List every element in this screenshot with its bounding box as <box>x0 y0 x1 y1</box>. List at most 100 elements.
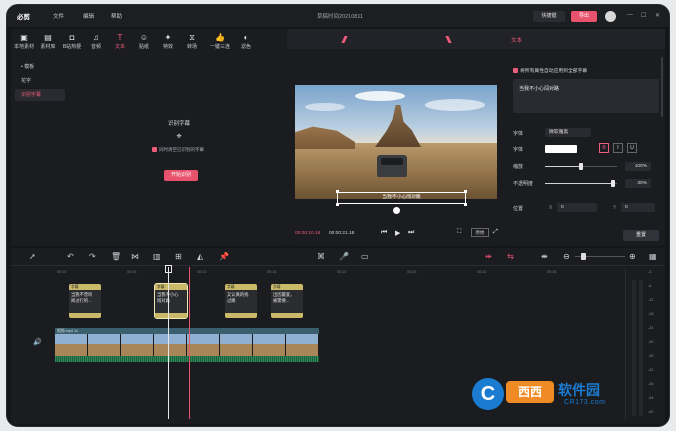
resize-handle[interactable] <box>336 203 339 206</box>
tool-bilibili[interactable]: ◘ B站热梗 <box>61 33 83 50</box>
tool-triple-like[interactable]: 👍 一键三连 <box>205 33 235 50</box>
subtitle-clip-selected[interactable]: 字幕 当我不小心 闯对路 <box>154 283 188 319</box>
bold-button[interactable]: B <box>599 143 609 153</box>
window-title: 草稿时间20210811 <box>317 14 364 20</box>
level-label: -18 <box>648 312 654 316</box>
properties-panel: 文本 将所有属性自动应用到全部字幕 当我不小心闯对路 字体 微软雅黑 字体 B … <box>505 29 665 246</box>
font-select[interactable]: 微软雅黑 <box>545 128 591 137</box>
start-recognize-button[interactable]: 开始识别 <box>164 170 198 181</box>
minimize-icon[interactable]: — <box>627 12 633 18</box>
zoom-in-icon[interactable]: ⊕ <box>629 252 636 261</box>
avatar[interactable] <box>605 11 616 22</box>
menu-file[interactable]: 文件 <box>53 12 64 20</box>
font-label: 字体 <box>513 131 524 137</box>
auto-sync-icon[interactable]: ⌘ <box>317 252 325 261</box>
undo-icon[interactable]: ↶ <box>67 252 74 261</box>
clip-text: 又认真的找 过路 <box>227 292 249 303</box>
close-icon[interactable]: ✕ <box>655 12 660 19</box>
video-track[interactable]: 视频.mp4 1x <box>55 328 319 362</box>
clear-subtitles-checkbox[interactable]: 同时清空已识别的字幕 <box>152 147 204 153</box>
subtitle-text-input[interactable]: 当我不小心闯对路 <box>513 79 659 113</box>
tool-library[interactable]: ▤ 素材库 <box>37 33 59 50</box>
zoom-slider-knob[interactable] <box>581 253 586 260</box>
tool-effect[interactable]: ✦ 特效 <box>157 33 179 50</box>
fit-icon[interactable]: ⇼ <box>541 252 548 261</box>
reset-button[interactable]: 重置 <box>623 230 659 241</box>
original-ratio-button[interactable]: 原始 <box>471 228 489 237</box>
menu-help[interactable]: 帮助 <box>111 12 122 20</box>
italic-button[interactable]: I <box>613 143 623 153</box>
snap-icon[interactable]: ⇹ <box>485 252 492 261</box>
level-label: -42 <box>648 368 654 372</box>
resize-handle[interactable] <box>464 190 467 193</box>
opacity-slider-knob[interactable] <box>611 180 616 187</box>
rotate-handle-icon[interactable] <box>393 207 400 214</box>
next-frame-icon[interactable]: ⏭ <box>408 229 414 237</box>
scale-slider[interactable] <box>545 163 617 170</box>
freeze-frame-icon[interactable]: ▥ <box>153 252 161 261</box>
fullscreen-icon[interactable]: ⤢ <box>493 229 498 236</box>
playhead[interactable] <box>168 267 169 419</box>
scale-value-input[interactable]: 100% <box>625 162 651 171</box>
scale-slider-knob[interactable] <box>579 163 583 170</box>
resize-handle[interactable] <box>336 190 339 193</box>
mirror-icon[interactable]: ◭ <box>197 252 203 261</box>
video-thumbnail <box>121 334 154 356</box>
menu-edit[interactable]: 编辑 <box>83 12 94 20</box>
zoom-out-icon[interactable]: ⊖ <box>563 252 570 261</box>
in-point-marker[interactable] <box>189 267 190 419</box>
pos-y-input[interactable]: 0 <box>621 203 655 212</box>
opacity-slider[interactable] <box>545 180 617 187</box>
crop-icon[interactable]: ⛶ <box>457 229 461 236</box>
clip-footer <box>155 313 187 318</box>
scale-label: 缩放 <box>513 164 524 170</box>
link-icon[interactable]: ⇆ <box>507 252 514 261</box>
marker-icon <box>445 36 452 43</box>
previous-frame-icon[interactable]: ⏮ <box>381 229 387 237</box>
grid-icon[interactable]: ▦ <box>649 252 657 261</box>
transition-icon: ⧖ <box>189 33 195 42</box>
record-icon[interactable]: ▭ <box>361 252 369 261</box>
tool-filter[interactable]: ◐ 滤色 <box>235 33 257 50</box>
timeline-ruler[interactable]: 00:00 00:05 00:10 00:15 00:20 00:25 00:3… <box>55 267 625 275</box>
subtitle-clip[interactable]: 字幕 出因最爱， 被需要... <box>271 284 303 318</box>
audio-waveform <box>55 356 319 362</box>
tool-sticker[interactable]: ☺ 贴纸 <box>133 33 155 50</box>
marker-pin-icon[interactable]: 📌 <box>219 252 229 261</box>
tool-transition[interactable]: ⧖ 转场 <box>181 33 203 50</box>
volume-icon[interactable]: 🔊 <box>33 338 42 346</box>
play-icon[interactable]: ▶ <box>395 229 400 237</box>
scrollbar[interactable] <box>661 57 663 117</box>
maximize-icon[interactable]: ☐ <box>641 12 646 19</box>
microphone-icon[interactable]: 🎤 <box>339 252 349 261</box>
tool-text[interactable]: T 文本 <box>109 33 131 50</box>
tool-audio[interactable]: ♫ 音频 <box>85 33 107 50</box>
ruler-tick: 00:10 <box>197 270 207 274</box>
export-button[interactable]: 导出 <box>571 11 597 22</box>
delete-icon[interactable]: 🗑 <box>111 252 121 261</box>
clip-footer <box>225 313 257 318</box>
subtitle-overlay[interactable]: 当我不小心闯对路 <box>337 192 466 204</box>
pointer-icon[interactable]: ➚ <box>29 252 36 261</box>
watermark-logo: C 西西 软件园 CR173.com <box>472 378 654 412</box>
subnav-recognize[interactable]: 识别字幕 <box>15 89 65 101</box>
add-icon[interactable]: ⊞ <box>175 252 182 261</box>
clip-text: 出因最爱， 被需要... <box>273 292 295 303</box>
underline-button[interactable]: U <box>627 143 637 153</box>
pos-x-input[interactable]: 0 <box>557 203 597 212</box>
tool-local-media[interactable]: ▣ 本地素材 <box>13 33 35 50</box>
shortcut-button[interactable]: 快捷键 <box>533 11 565 22</box>
opacity-value-input[interactable]: 30% <box>625 179 651 188</box>
subtitle-clip[interactable]: 字幕 又认真的找 过路 <box>225 284 257 318</box>
apply-all-checkbox[interactable]: 将所有属性自动应用到全部字幕 <box>513 67 587 74</box>
subnav-fancy-text[interactable]: 花字 <box>15 75 65 87</box>
split-icon[interactable]: ⋈ <box>131 252 139 261</box>
opacity-slider-fill <box>545 183 614 184</box>
video-frame[interactable] <box>295 85 497 199</box>
subnav-template[interactable]: • 模板 <box>15 61 65 73</box>
resize-handle[interactable] <box>464 203 467 206</box>
font-color-picker[interactable] <box>545 145 577 153</box>
scale-slider-fill <box>545 166 581 167</box>
subtitle-clip[interactable]: 字幕 当我不曾听 闻过行的... <box>69 284 101 318</box>
redo-icon[interactable]: ↷ <box>89 252 96 261</box>
